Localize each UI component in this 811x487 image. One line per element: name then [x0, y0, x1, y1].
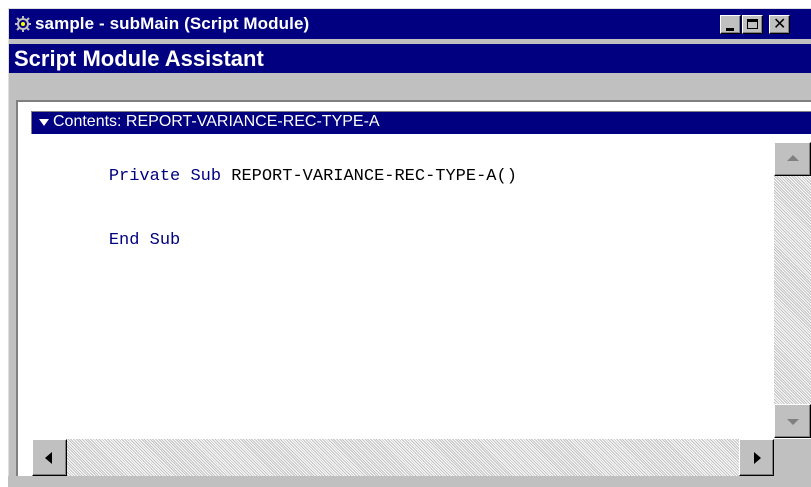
code-line-2: End Sub	[68, 212, 180, 269]
window-title: sample - subMain (Script Module)	[35, 14, 310, 33]
minimize-button[interactable]	[720, 15, 741, 34]
arrow-left-icon	[45, 452, 52, 464]
keyword-private: Private	[108, 167, 181, 186]
scroll-left-button[interactable]	[32, 439, 67, 476]
code-editor[interactable]: Private Sub REPORT-VARIANCE-REC-TYPE-A()…	[32, 134, 774, 439]
arrow-down-icon	[787, 419, 799, 425]
arrow-right-icon	[754, 452, 761, 464]
scroll-right-button[interactable]	[739, 439, 774, 476]
keyword-end: End	[108, 231, 140, 250]
code-line-1: Private Sub REPORT-VARIANCE-REC-TYPE-A()	[68, 148, 517, 205]
procedure-name: REPORT-VARIANCE-REC-TYPE-A()	[231, 167, 517, 186]
minimize-icon	[726, 28, 734, 31]
scroll-down-button[interactable]	[774, 404, 811, 438]
close-button[interactable]: ✕	[769, 15, 790, 34]
window-bottom-frame	[8, 476, 811, 487]
horizontal-scrollbar[interactable]	[32, 439, 774, 476]
vertical-scrollbar[interactable]	[774, 142, 811, 438]
triangle-down-icon[interactable]	[39, 119, 49, 126]
assistant-header: Script Module Assistant	[9, 44, 811, 73]
keyword-sub: Sub	[190, 167, 222, 186]
contents-bar[interactable]: Contents: REPORT-VARIANCE-REC-TYPE-A	[31, 111, 811, 134]
size-grip	[774, 439, 811, 476]
script-module-icon[interactable]	[13, 15, 33, 33]
maximize-button[interactable]	[742, 15, 763, 34]
maximize-icon	[747, 19, 758, 29]
scroll-up-button[interactable]	[774, 142, 811, 176]
keyword-sub: Sub	[149, 231, 181, 250]
title-bar[interactable]: sample - subMain (Script Module) ✕	[9, 9, 811, 39]
assistant-title: Script Module Assistant	[14, 46, 264, 71]
close-icon: ✕	[773, 14, 787, 33]
contents-label: Contents: REPORT-VARIANCE-REC-TYPE-A	[53, 113, 380, 130]
arrow-up-icon	[787, 155, 799, 161]
